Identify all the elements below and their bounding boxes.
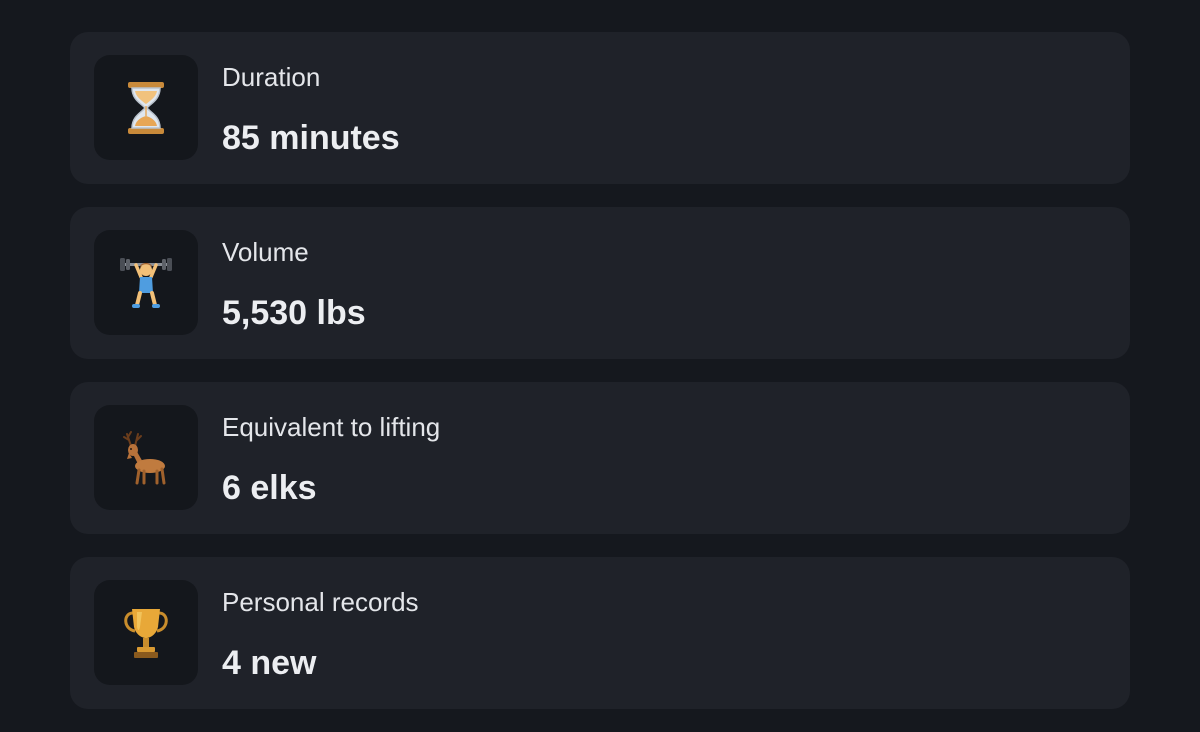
stat-value: 6 elks	[222, 469, 317, 507]
stat-card-duration: Duration 85 minutes	[70, 32, 1130, 184]
stat-icon-tile	[94, 405, 198, 510]
stat-icon-tile	[94, 230, 198, 335]
trophy-icon	[124, 608, 168, 658]
stat-card-equivalent: Equivalent to lifting 6 elks	[70, 382, 1130, 534]
stat-label: Volume	[222, 237, 309, 267]
stat-value: 5,530 lbs	[222, 294, 366, 332]
stat-label: Equivalent to lifting	[222, 412, 441, 442]
stat-card-personal-records: Personal records 4 new	[70, 557, 1130, 709]
weightlifter-icon	[120, 257, 172, 308]
hourglass-icon	[128, 81, 164, 134]
stat-label: Personal records	[222, 587, 419, 617]
stat-value: 85 minutes	[222, 119, 400, 157]
workout-summary-list: Duration 85 minutes Volume 5,530 lbs Equ…	[70, 32, 1130, 732]
stat-icon-tile	[94, 580, 198, 685]
deer-icon	[123, 430, 166, 484]
stat-value: 4 new	[222, 644, 317, 682]
stat-label: Duration	[222, 62, 321, 92]
stat-icon-tile	[94, 55, 198, 160]
stat-card-volume: Volume 5,530 lbs	[70, 207, 1130, 359]
